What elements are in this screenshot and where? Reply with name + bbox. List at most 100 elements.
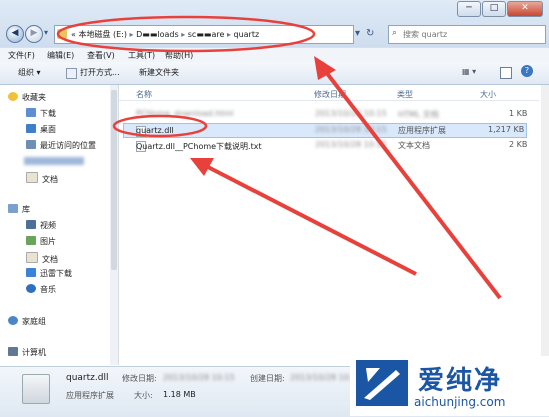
brand-name: 爱纯净 (418, 366, 503, 396)
computer-icon (8, 347, 18, 356)
address-segment-downloads[interactable]: D▬▬loads (136, 30, 179, 39)
sidebar-header-favorites[interactable]: 收藏夹 (8, 92, 46, 104)
details-file-name: quartz.dll (66, 373, 109, 383)
back-button[interactable]: ◀ (6, 25, 24, 43)
sidebar-item-documents[interactable]: 文档 (26, 252, 58, 264)
recent-places-icon (26, 140, 36, 149)
file-size: 1 KB (509, 109, 528, 118)
details-modified-label: 修改日期: (122, 374, 157, 383)
column-header-modified[interactable]: 修改日期 (314, 89, 346, 100)
window-controls: ─ □ ✕ (457, 1, 543, 17)
preview-pane-icon[interactable] (500, 67, 512, 79)
column-header-type[interactable]: 类型 (397, 89, 413, 100)
chevron-right-icon[interactable]: ▸ (181, 30, 185, 39)
open-with-icon (66, 68, 77, 79)
file-name: Quartz.dll__PChome下载说明.txt (136, 142, 262, 151)
picture-icon (26, 236, 36, 245)
details-size-value: 1.18 MB (163, 390, 196, 399)
video-icon (26, 220, 36, 229)
details-created-label: 创建日期: (250, 374, 285, 383)
file-size: 1,217 KB (488, 125, 525, 134)
star-icon (8, 92, 18, 101)
address-path: « 本地磁盘 (E:) ▸ D▬▬loads ▸ sc▬▬are ▸ quart… (71, 29, 259, 40)
recent-pages-dropdown[interactable]: ▾ (44, 28, 48, 37)
sidebar-item-docs[interactable]: 文档 (26, 172, 58, 184)
file-type: HTML 文档 (398, 110, 439, 119)
new-folder-button[interactable]: 新建文件夹 (139, 67, 179, 78)
file-list: 名称 修改日期 类型 大小 PCHome_download.html 2013/… (119, 85, 549, 365)
address-tools: ▾ ↻ (355, 25, 374, 42)
file-date: 2013/10/28 10:15 (315, 140, 387, 149)
address-segment-quartz[interactable]: quartz (234, 30, 260, 39)
brand-logo-mark (364, 368, 400, 400)
menu-bar: 文件(F) 编辑(E) 查看(V) 工具(T) 帮助(H) (0, 47, 549, 62)
table-row-selected[interactable]: quartz.dll 2013/10/28 10:15 应用程序扩展 1,217… (123, 123, 527, 138)
navigation-pane: 收藏夹 下载 桌面 最近访问的位置 文档 库 视频 图片 文档 迅雷下载 音乐 … (0, 85, 119, 365)
file-type: 应用程序扩展 (398, 126, 446, 135)
file-date: 2013/10/28 10:15 (315, 125, 387, 134)
search-box[interactable]: ⌕ (388, 25, 546, 44)
sidebar-item-thunder[interactable]: 迅雷下载 (26, 268, 72, 280)
chevron-right-icon[interactable]: ▸ (227, 30, 231, 39)
menu-view[interactable]: 查看(V) (87, 50, 115, 61)
forward-button[interactable]: ▶ (25, 25, 43, 43)
sidebar-item-desktop[interactable]: 桌面 (26, 124, 56, 136)
help-icon[interactable]: ? (521, 65, 533, 77)
header-divider (119, 100, 539, 101)
open-with-button[interactable]: 打开方式... (80, 67, 120, 78)
minimize-button[interactable]: ─ (457, 1, 481, 17)
refresh-icon[interactable]: ↻ (366, 25, 374, 42)
sidebar-item-videos[interactable]: 视频 (26, 220, 56, 232)
view-options-button[interactable]: ▦ ▾ (462, 67, 476, 76)
brand-url: aichunjing.com (414, 395, 506, 409)
menu-edit[interactable]: 编辑(E) (47, 50, 74, 61)
document-icon (26, 252, 38, 263)
column-header-name[interactable]: 名称 (136, 89, 152, 100)
address-overflow[interactable]: « (71, 30, 76, 39)
menu-help[interactable]: 帮助(H) (165, 50, 193, 61)
details-modified-value: 2013/10/28 10:15 (163, 373, 235, 382)
sidebar-item-homegroup[interactable]: 家庭组 (8, 316, 46, 328)
address-dropdown-icon[interactable]: ▾ (355, 25, 360, 42)
address-segment-software[interactable]: sc▬▬are (188, 30, 225, 39)
download-folder-icon (26, 108, 36, 117)
command-bar: 组织 ▾ 打开方式... 新建文件夹 ▦ ▾ ? (0, 62, 549, 85)
search-icon: ⌕ (392, 28, 398, 38)
sidebar-item-pictures[interactable]: 图片 (26, 236, 56, 248)
details-size-label: 大小: (134, 391, 153, 400)
address-bar[interactable]: « 本地磁盘 (E:) ▸ D▬▬loads ▸ sc▬▬are ▸ quart… (54, 25, 354, 44)
address-segment-drive[interactable]: 本地磁盘 (E:) (78, 30, 127, 39)
dll-file-icon (22, 374, 50, 404)
thunder-download-icon (26, 268, 36, 277)
close-button[interactable]: ✕ (507, 1, 543, 17)
file-type: 文本文档 (398, 141, 430, 150)
menu-tools[interactable]: 工具(T) (128, 50, 155, 61)
maximize-button[interactable]: □ (482, 1, 506, 17)
sidebar-item-recent[interactable]: 最近访问的位置 (26, 140, 96, 152)
details-file-kind: 应用程序扩展 (66, 391, 114, 400)
menu-file[interactable]: 文件(F) (8, 50, 35, 61)
table-row[interactable]: PCHome_download.html 2013/10/28 10:15 HT… (123, 108, 528, 121)
sidebar-scroll-thumb[interactable] (111, 90, 117, 270)
brand-logo (356, 360, 408, 406)
folder-icon (57, 29, 67, 39)
sidebar-item-music[interactable]: 音乐 (26, 284, 56, 296)
file-list-scrollbar[interactable] (541, 85, 549, 365)
file-size: 2 KB (509, 140, 528, 149)
redacted-item (24, 157, 84, 165)
library-icon (8, 204, 18, 213)
column-header-size[interactable]: 大小 (480, 89, 496, 100)
table-row[interactable]: Quartz.dll__PChome下载说明.txt 2013/10/28 10… (123, 139, 528, 152)
sidebar-item-downloads[interactable]: 下载 (26, 108, 56, 120)
file-date: 2013/10/28 10:15 (315, 109, 387, 118)
file-name: quartz.dll (136, 126, 174, 135)
homegroup-icon (8, 316, 18, 325)
music-icon (26, 284, 36, 293)
search-input[interactable] (403, 28, 533, 40)
sidebar-header-libraries[interactable]: 库 (8, 204, 30, 216)
file-name: PCHome_download.html (136, 109, 234, 118)
document-icon (26, 172, 38, 183)
chevron-right-icon[interactable]: ▸ (130, 30, 134, 39)
organize-button[interactable]: 组织 ▾ (18, 67, 41, 78)
sidebar-item-computer[interactable]: 计算机 (8, 347, 46, 359)
